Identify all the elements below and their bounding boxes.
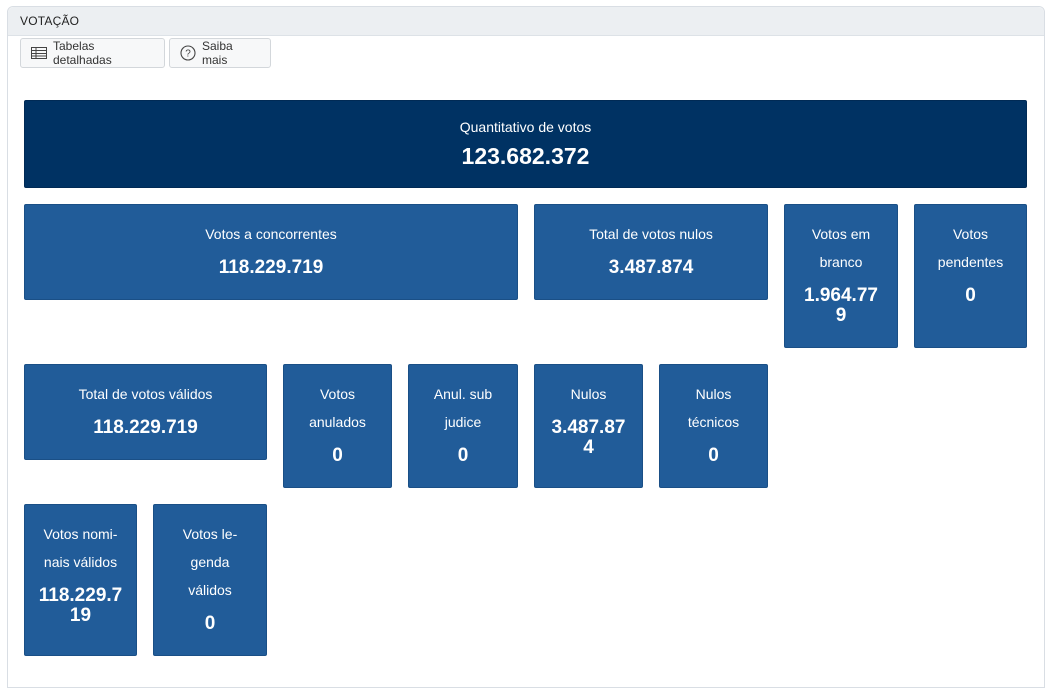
annulled-votes-card: Votos anulados 0 bbox=[283, 364, 392, 488]
blank-votes-label-1: Votos em bbox=[811, 226, 871, 242]
detailed-tables-button[interactable]: Tabelas detalhadas bbox=[20, 38, 165, 68]
annulled-votes-label-2: anulados bbox=[309, 414, 366, 430]
total-votes-value: 123.682.372 bbox=[461, 143, 590, 169]
pending-votes-label-2: pendentes bbox=[937, 254, 1004, 270]
null-votes-total-value: 3.487.874 bbox=[608, 257, 694, 278]
nominal-valid-votes-value-1: 118.229.7 bbox=[38, 585, 123, 606]
pending-votes-card: Votos pendentes 0 bbox=[914, 204, 1027, 348]
nominal-valid-votes-card: Votos nomi- nais válidos 118.229.7 19 bbox=[24, 504, 137, 656]
sub-judice-card: Anul. sub judice 0 bbox=[408, 364, 518, 488]
null-votes-value-2: 4 bbox=[583, 437, 594, 458]
party-valid-votes-label-3: válidos bbox=[188, 582, 232, 598]
party-valid-votes-label-2: genda bbox=[190, 554, 230, 570]
sub-judice-label-2: judice bbox=[444, 414, 482, 430]
party-valid-votes-value: 0 bbox=[204, 613, 216, 634]
sub-judice-label-1: Anul. sub bbox=[433, 386, 493, 402]
blank-votes-value-2: 9 bbox=[835, 305, 847, 326]
learn-more-label: Saiba mais bbox=[202, 39, 233, 67]
sub-judice-value: 0 bbox=[457, 445, 469, 466]
null-votes-total-card: Total de votos nulos 3.487.874 bbox=[534, 204, 768, 300]
blank-votes-label-2: branco bbox=[819, 254, 863, 270]
question-circle-icon: ? bbox=[180, 45, 196, 61]
total-votes-label: Quantitativo de votos bbox=[459, 119, 592, 135]
valid-votes-card: Total de votos válidos 118.229.719 bbox=[24, 364, 267, 460]
null-votes-card: Nulos 3.487.87 4 bbox=[534, 364, 643, 488]
null-votes-label: Nulos bbox=[570, 386, 607, 402]
annulled-votes-value: 0 bbox=[332, 445, 343, 466]
nominal-valid-votes-label-1: Votos nomi- bbox=[43, 526, 118, 542]
detailed-tables-label: Tabelas detalhadas bbox=[53, 39, 112, 67]
svg-text:?: ? bbox=[185, 49, 191, 60]
blank-votes-card: Votos em branco 1.964.77 9 bbox=[784, 204, 898, 348]
valid-votes-value: 118.229.719 bbox=[93, 417, 198, 438]
learn-more-button[interactable]: ? Saiba mais bbox=[169, 38, 271, 68]
blank-votes-value-1: 1.964.77 bbox=[804, 285, 878, 306]
null-votes-total-label: Total de votos nulos bbox=[589, 226, 713, 242]
candidate-votes-value: 118.229.719 bbox=[218, 257, 324, 278]
party-valid-votes-card: Votos le- genda válidos 0 bbox=[153, 504, 267, 656]
nominal-valid-votes-label-2: nais válidos bbox=[43, 554, 118, 570]
total-votes-card: Quantitativo de votos 123.682.372 bbox=[24, 100, 1027, 188]
technical-null-votes-card: Nulos técnicos 0 bbox=[659, 364, 768, 488]
technical-null-votes-label-2: técnicos bbox=[687, 414, 740, 430]
pending-votes-value: 0 bbox=[965, 285, 976, 306]
panel-title: VOTAÇÃO bbox=[8, 7, 1044, 36]
table-icon bbox=[31, 47, 47, 59]
null-votes-value-1: 3.487.87 bbox=[551, 417, 626, 438]
technical-null-votes-label-1: Nulos bbox=[695, 386, 732, 402]
pending-votes-label-1: Votos bbox=[952, 226, 989, 242]
technical-null-votes-value: 0 bbox=[708, 445, 719, 466]
annulled-votes-label-1: Votos bbox=[319, 386, 356, 402]
party-valid-votes-label-1: Votos le- bbox=[182, 526, 238, 542]
valid-votes-label: Total de votos válidos bbox=[78, 386, 213, 402]
candidate-votes-label: Votos a concorrentes bbox=[205, 226, 337, 242]
nominal-valid-votes-value-2: 19 bbox=[69, 605, 92, 626]
candidate-votes-card: Votos a concorrentes 118.229.719 bbox=[24, 204, 518, 300]
